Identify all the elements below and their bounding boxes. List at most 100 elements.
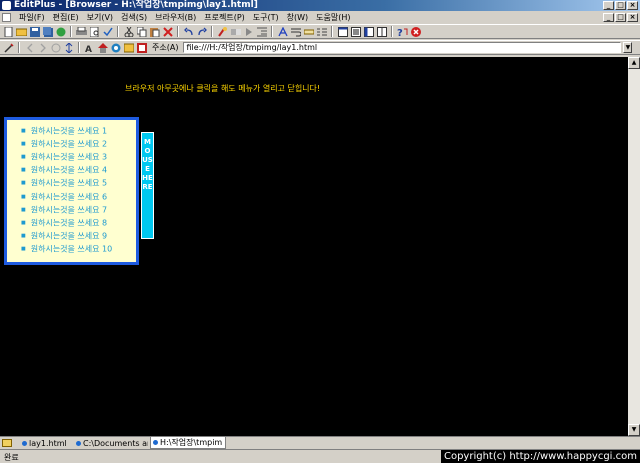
- image-icon[interactable]: [123, 42, 134, 53]
- svg-text:A: A: [85, 45, 92, 53]
- view-source-icon[interactable]: [110, 42, 121, 53]
- toolbar-separator: [331, 26, 333, 37]
- menu-bar: 파일(F) 편집(E) 보기(V) 검색(S) 브라우저(B) 프로젝트(P) …: [0, 11, 640, 24]
- print-icon[interactable]: [76, 26, 87, 37]
- toolbar-separator: [70, 26, 72, 37]
- editplus-app-icon[interactable]: [2, 1, 11, 10]
- svg-text:?: ?: [397, 28, 403, 37]
- cut-icon[interactable]: [123, 26, 134, 37]
- floating-menu-item[interactable]: 원하시는것을 쓰세요 5: [21, 177, 136, 190]
- cliptext-icon[interactable]: [376, 26, 387, 37]
- menu-tools[interactable]: 도구(T): [249, 12, 283, 23]
- menu-file[interactable]: 파일(F): [15, 12, 49, 23]
- refresh-icon[interactable]: [63, 42, 74, 53]
- copy-icon[interactable]: [136, 26, 147, 37]
- menu-help[interactable]: 도움말(H): [312, 12, 354, 23]
- save-icon[interactable]: [29, 26, 40, 37]
- toolbar-separator: [177, 26, 179, 37]
- floating-menu-item[interactable]: 원하시는것을 쓰세요 1: [21, 125, 136, 138]
- floating-menu-item[interactable]: 원하시는것을 쓰세요 9: [21, 230, 136, 243]
- menu-view[interactable]: 보기(V): [83, 12, 117, 23]
- redo-icon[interactable]: [196, 26, 207, 37]
- find-icon[interactable]: [217, 26, 228, 37]
- doc-tab-label: H:\작업장\tmpim: [160, 438, 223, 447]
- home-icon[interactable]: [97, 42, 108, 53]
- print-preview-icon[interactable]: [89, 26, 100, 37]
- status-text: 완료: [4, 453, 19, 462]
- window-layout-icon[interactable]: [337, 26, 348, 37]
- toolbar-separator: [211, 26, 213, 37]
- menu-edit[interactable]: 편집(E): [49, 12, 83, 23]
- toolbar-separator: [271, 26, 273, 37]
- word-wrap-icon[interactable]: [290, 26, 301, 37]
- floating-menu-item[interactable]: 원하시는것을 쓰세요 4: [21, 164, 136, 177]
- address-label: 주소(A): [152, 43, 179, 52]
- go-to-icon[interactable]: [243, 26, 254, 37]
- ruler-icon[interactable]: [303, 26, 314, 37]
- menu-project[interactable]: 프로젝트(P): [200, 12, 249, 23]
- new-file-icon[interactable]: [3, 26, 14, 37]
- page-message: 브라우저 아무곳에나 클릭을 해도 메뉴가 열리고 닫힙니다!: [125, 84, 321, 93]
- spell-check-icon[interactable]: [102, 26, 113, 37]
- pen-icon[interactable]: [3, 42, 14, 53]
- browser-content[interactable]: 브라우저 아무곳에나 클릭을 해도 메뉴가 열리고 닫힙니다! 원하시는것을 쓰…: [0, 57, 628, 436]
- maximize-button[interactable]: □: [615, 1, 626, 10]
- mouse-here-tab[interactable]: MOUSE HERE: [141, 132, 154, 239]
- doc-tab-label: lay1.html: [29, 438, 67, 448]
- toolbar-separator: [117, 26, 119, 37]
- save-all-icon[interactable]: [42, 26, 53, 37]
- address-input[interactable]: file:///H:/작업장/tmpimg/lay1.html: [183, 42, 622, 53]
- address-dropdown-button[interactable]: ▼: [623, 42, 633, 53]
- help-icon[interactable]: ?: [397, 26, 408, 37]
- copyright-watermark: Copyright(c) http://www.happycgi.com: [440, 450, 640, 463]
- replace-icon[interactable]: [230, 26, 241, 37]
- fullscreen-icon[interactable]: [350, 26, 361, 37]
- doc-tab-active[interactable]: H:\작업장\tmpim: [150, 437, 226, 449]
- stop-icon[interactable]: [410, 26, 421, 37]
- html-color-icon[interactable]: [277, 26, 288, 37]
- delete-icon[interactable]: [162, 26, 173, 37]
- indent-icon[interactable]: [256, 26, 267, 37]
- minimize-button[interactable]: _: [603, 1, 614, 10]
- undo-icon[interactable]: [183, 26, 194, 37]
- floating-menu-list: 원하시는것을 쓰세요 1 원하시는것을 쓰세요 2 원하시는것을 쓰세요 3 원…: [7, 120, 136, 256]
- doc-tab-lay1[interactable]: lay1.html: [20, 437, 72, 449]
- doc-close-button[interactable]: ×: [627, 13, 638, 22]
- open-folder-icon[interactable]: [16, 26, 27, 37]
- close-button[interactable]: ×: [627, 1, 638, 10]
- floating-menu-item[interactable]: 원하시는것을 쓰세요 3: [21, 151, 136, 164]
- document-tab-bar: lay1.html C:\Documents an H:\작업장\tmpim: [0, 436, 640, 449]
- folder-icon[interactable]: [2, 439, 12, 447]
- doc-restore-button[interactable]: □: [615, 13, 626, 22]
- bookmark-icon[interactable]: [136, 42, 147, 53]
- paste-icon[interactable]: [149, 26, 160, 37]
- open-remote-icon[interactable]: [55, 26, 66, 37]
- browser-view-icon[interactable]: [363, 26, 374, 37]
- vertical-scrollbar[interactable]: ▲ ▼: [628, 57, 640, 436]
- doc-tab-documents[interactable]: C:\Documents an: [74, 437, 148, 449]
- scroll-down-arrow-icon[interactable]: ▼: [628, 424, 640, 436]
- html-file-icon: [153, 440, 158, 445]
- stop-load-icon[interactable]: [50, 42, 61, 53]
- toolbar-separator: [391, 26, 393, 37]
- doc-minimize-button[interactable]: _: [603, 13, 614, 22]
- floating-menu-item[interactable]: 원하시는것을 쓰세요 7: [21, 204, 136, 217]
- floating-menu-panel: 원하시는것을 쓰세요 1 원하시는것을 쓰세요 2 원하시는것을 쓰세요 3 원…: [4, 117, 139, 265]
- floating-menu-item[interactable]: 원하시는것을 쓰세요 2: [21, 138, 136, 151]
- forward-icon[interactable]: [37, 42, 48, 53]
- floating-menu-item[interactable]: 원하시는것을 쓰세요 6: [21, 191, 136, 204]
- html-file-icon: [76, 440, 81, 446]
- document-icon[interactable]: [2, 13, 11, 22]
- status-bar: 완료 Copyright(c) http://www.happycgi.com: [0, 449, 640, 463]
- browser-toolbar: A 주소(A) file:///H:/작업장/tmpimg/lay1.html …: [0, 40, 640, 55]
- toolbar-separator: [18, 42, 20, 53]
- floating-menu-item[interactable]: 원하시는것을 쓰세요 8: [21, 217, 136, 230]
- menu-search[interactable]: 검색(S): [117, 12, 151, 23]
- menu-window[interactable]: 창(W): [283, 12, 313, 23]
- line-number-icon[interactable]: [316, 26, 327, 37]
- menu-browser[interactable]: 브라우저(B): [151, 12, 200, 23]
- floating-menu-item[interactable]: 원하시는것을 쓰세요 10: [21, 243, 136, 256]
- font-size-icon[interactable]: A: [84, 42, 95, 53]
- scroll-up-arrow-icon[interactable]: ▲: [628, 57, 640, 69]
- back-icon[interactable]: [24, 42, 35, 53]
